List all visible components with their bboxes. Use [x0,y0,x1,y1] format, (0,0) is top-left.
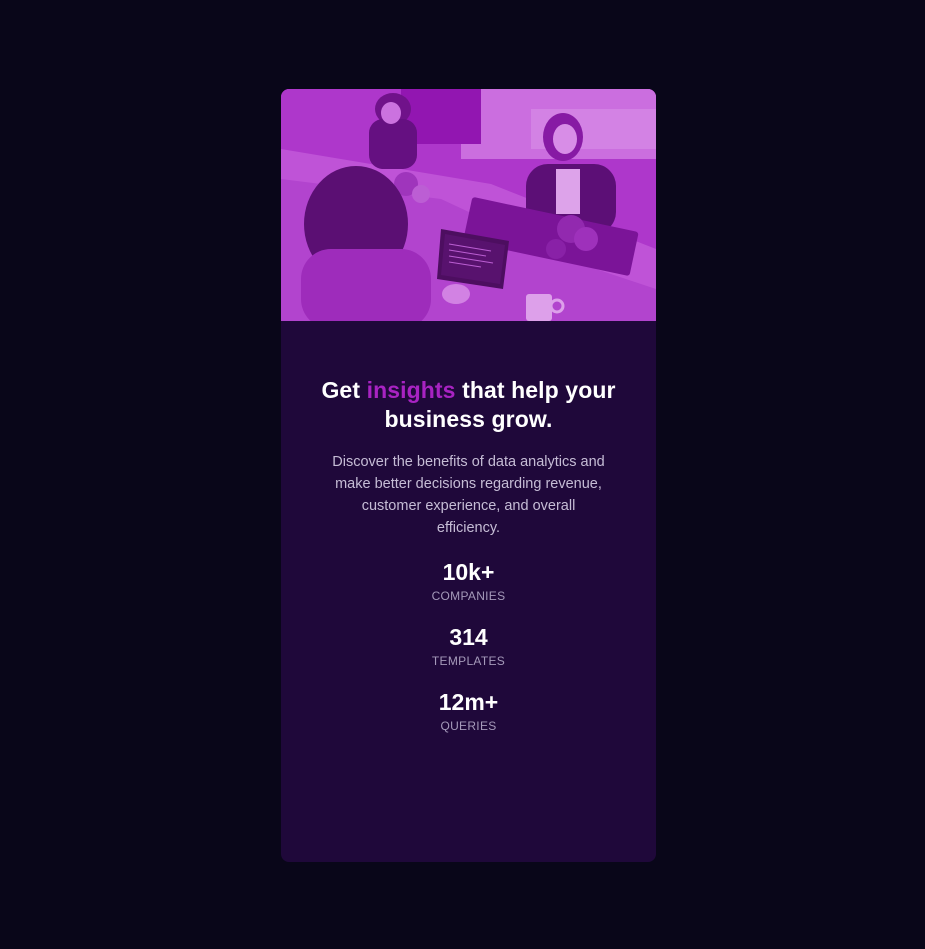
title-prefix: Get [321,377,361,403]
card-description: Discover the benefits of data analytics … [332,454,605,536]
office-photo-illustration [281,89,656,321]
stat-value: 12m+ [438,689,499,715]
stat-item: 12m+ QUERIES [321,687,616,733]
stat-item: 314 TEMPLATES [321,622,616,668]
stat-value: 314 [449,624,488,650]
stats-card: Get insights that help your business gro… [281,89,656,862]
stats-list: 10k+ COMPANIES 314 TEMPLATES 12m+ QUERIE… [321,557,616,733]
stat-label: COMPANIES [431,589,506,603]
stat-label: TEMPLATES [431,654,506,668]
card-content: Get insights that help your business gro… [281,376,656,733]
hero-image [281,89,656,321]
stat-value: 10k+ [442,559,495,585]
stat-item: 10k+ COMPANIES [321,557,616,603]
stat-label: QUERIES [440,719,497,733]
card-title: Get insights that help your business gro… [321,376,616,434]
title-accent: insights [366,377,456,403]
